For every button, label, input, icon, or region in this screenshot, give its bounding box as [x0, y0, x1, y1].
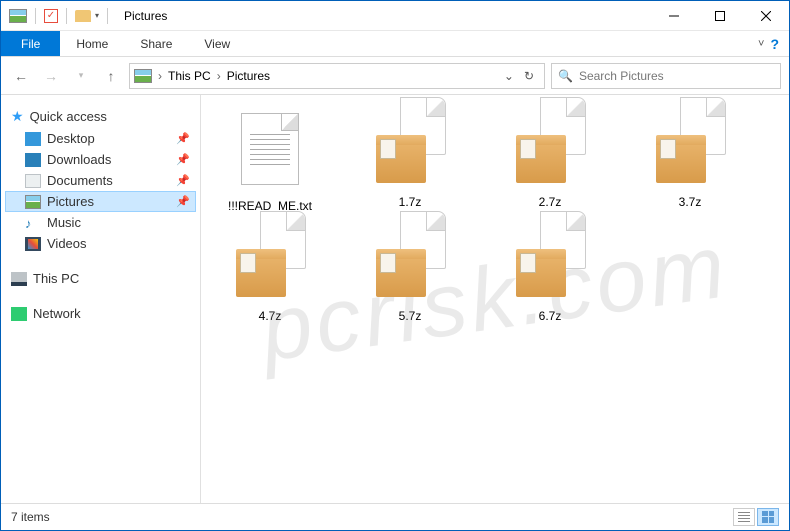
thumbnails-icon [762, 511, 774, 523]
file-item[interactable]: 2.7z [495, 109, 605, 213]
maximize-icon [715, 11, 725, 21]
main-area: ★ Quick access Desktop📌Downloads📌Documen… [1, 95, 789, 503]
qat-dropdown-icon[interactable]: ▾ [95, 11, 99, 20]
file-name: 1.7z [355, 195, 465, 209]
status-bar: 7 items [1, 503, 789, 529]
properties-icon[interactable]: ✓ [44, 9, 58, 23]
archive-file-icon [370, 223, 450, 303]
sidebar-item-downloads[interactable]: Downloads 📌 [5, 149, 196, 170]
pin-icon: 📌 [176, 195, 190, 208]
search-icon: 🔍 [558, 69, 573, 83]
sidebar-item-label: Downloads [47, 152, 111, 167]
new-folder-icon[interactable] [75, 10, 91, 22]
location-icon [134, 69, 152, 83]
archive-file-icon [370, 109, 450, 189]
details-icon [738, 512, 750, 522]
documents-icon [25, 174, 41, 188]
search-placeholder: Search Pictures [579, 69, 664, 83]
search-input[interactable]: 🔍 Search Pictures [551, 63, 781, 89]
separator [66, 8, 67, 24]
tab-view[interactable]: View [188, 31, 246, 56]
file-item[interactable]: 4.7z [215, 223, 325, 323]
sidebar-this-pc[interactable]: This PC [5, 268, 196, 289]
videos-icon [25, 237, 41, 251]
recent-dropdown-icon[interactable]: ▾ [69, 64, 93, 88]
tab-share[interactable]: Share [124, 31, 188, 56]
titlebar: ✓ ▾ Pictures [1, 1, 789, 31]
quick-access-label: Quick access [30, 109, 107, 124]
address-bar[interactable]: › This PC › Pictures ⌄ ↻ [129, 63, 545, 89]
item-count: 7 items [11, 510, 50, 524]
help-icon[interactable]: ? [770, 36, 779, 52]
pc-icon [11, 272, 27, 286]
sidebar-item-videos[interactable]: Videos [5, 233, 196, 254]
minimize-icon [669, 11, 679, 21]
close-icon [761, 11, 771, 21]
sidebar-item-documents[interactable]: Documents 📌 [5, 170, 196, 191]
minimize-button[interactable] [651, 1, 697, 31]
pictures-icon [25, 195, 41, 209]
file-item[interactable]: 6.7z [495, 223, 605, 323]
refresh-icon[interactable]: ↻ [524, 69, 534, 83]
sidebar-quick-access[interactable]: ★ Quick access [5, 105, 196, 128]
details-view-button[interactable] [733, 508, 755, 526]
breadcrumb-current[interactable]: Pictures [227, 69, 270, 83]
sidebar-item-pictures[interactable]: Pictures 📌 [5, 191, 196, 212]
sidebar-item-music[interactable]: ♪ Music [5, 212, 196, 233]
tab-home[interactable]: Home [60, 31, 124, 56]
file-tab[interactable]: File [1, 31, 60, 56]
sidebar-network[interactable]: Network [5, 303, 196, 324]
archive-file-icon [510, 109, 590, 189]
archive-file-icon [510, 223, 590, 303]
ribbon: File Home Share View ˅ ? [1, 31, 789, 57]
file-item[interactable]: !!!READ_ME.txt [215, 109, 325, 213]
file-item[interactable]: 3.7z [635, 109, 745, 213]
file-grid[interactable]: pcrisk.com !!!READ_ME.txt1.7z2.7z3.7z4.7… [201, 95, 789, 503]
desktop-icon [25, 132, 41, 146]
chevron-right-icon[interactable]: › [217, 69, 221, 83]
separator [107, 8, 108, 24]
thumbnails-view-button[interactable] [757, 508, 779, 526]
up-button[interactable]: ↑ [99, 64, 123, 88]
pin-icon: 📌 [176, 153, 190, 166]
file-name: 4.7z [215, 309, 325, 323]
star-icon: ★ [11, 108, 24, 125]
sidebar-item-label: Pictures [47, 194, 94, 209]
navigation-pane: ★ Quick access Desktop📌Downloads📌Documen… [1, 95, 201, 503]
archive-file-icon [650, 109, 730, 189]
file-item[interactable]: 1.7z [355, 109, 465, 213]
quick-access-toolbar: ✓ ▾ Pictures [1, 8, 167, 24]
forward-button[interactable]: → [39, 64, 63, 88]
maximize-button[interactable] [697, 1, 743, 31]
close-button[interactable] [743, 1, 789, 31]
sidebar-item-label: Desktop [47, 131, 95, 146]
sidebar-item-label: Music [47, 215, 81, 230]
pin-icon: 📌 [176, 132, 190, 145]
music-icon: ♪ [25, 216, 41, 230]
back-button[interactable]: ← [9, 64, 33, 88]
file-name: 3.7z [635, 195, 745, 209]
network-label: Network [33, 306, 81, 321]
file-name: 2.7z [495, 195, 605, 209]
address-dropdown-icon[interactable]: ⌄ [504, 69, 514, 83]
breadcrumb-root[interactable]: This PC [168, 69, 211, 83]
pin-icon: 📌 [176, 174, 190, 187]
file-name: 5.7z [355, 309, 465, 323]
window-title: Pictures [124, 9, 167, 23]
sidebar-item-desktop[interactable]: Desktop 📌 [5, 128, 196, 149]
archive-file-icon [230, 223, 310, 303]
file-name: 6.7z [495, 309, 605, 323]
file-item[interactable]: 5.7z [355, 223, 465, 323]
sidebar-item-label: Documents [47, 173, 113, 188]
text-file-icon [230, 113, 310, 193]
downloads-icon [25, 153, 41, 167]
this-pc-label: This PC [33, 271, 79, 286]
navigation-bar: ← → ▾ ↑ › This PC › Pictures ⌄ ↻ 🔍 Searc… [1, 57, 789, 95]
sidebar-item-label: Videos [47, 236, 87, 251]
network-icon [11, 307, 27, 321]
folder-type-icon [9, 9, 27, 23]
chevron-right-icon[interactable]: › [158, 69, 162, 83]
separator [35, 8, 36, 24]
ribbon-expand-icon[interactable]: ˅ [758, 38, 764, 50]
